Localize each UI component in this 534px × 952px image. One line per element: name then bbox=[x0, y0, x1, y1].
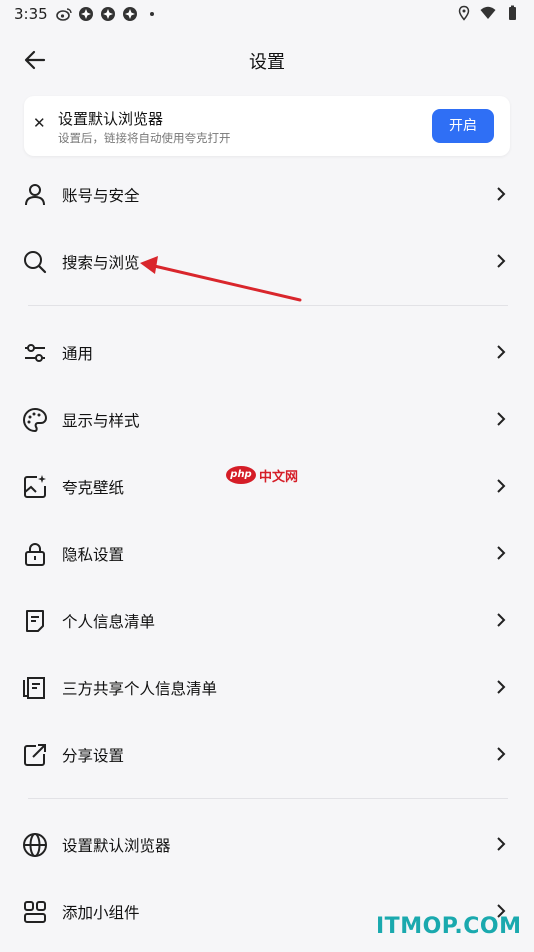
php-logo-text: 中文网 bbox=[259, 469, 299, 485]
site-watermark: ITMOP.COM bbox=[376, 914, 522, 939]
php-logo-mark: php bbox=[226, 466, 256, 484]
php-watermark-logo: php 中文网 bbox=[226, 465, 298, 485]
